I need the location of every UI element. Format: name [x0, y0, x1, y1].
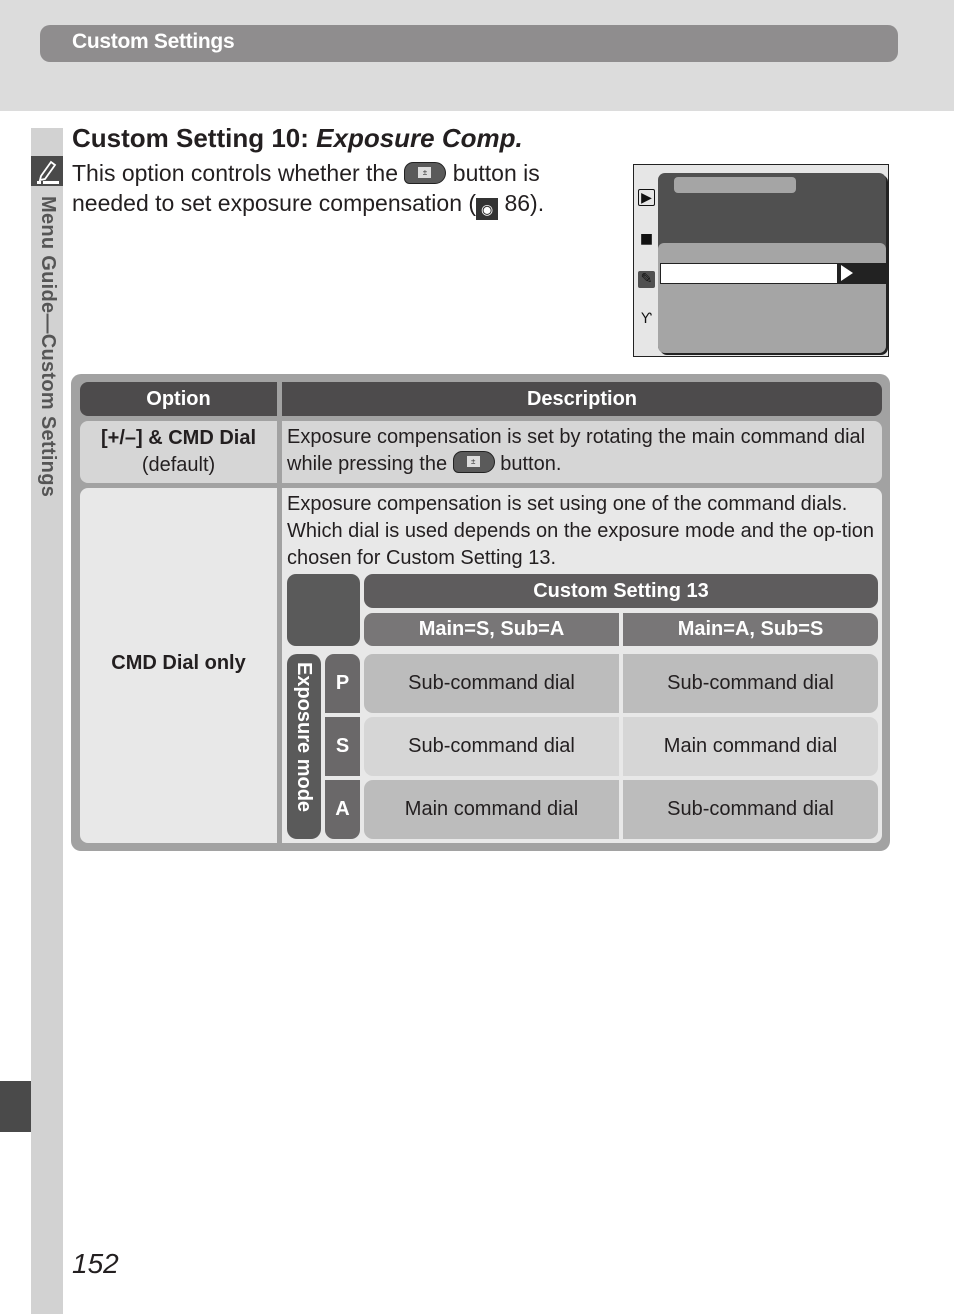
subtable-cell: Sub-command dial	[623, 654, 878, 713]
exposure-mode-label: Exposure mode	[287, 654, 321, 839]
chapter-tab	[0, 1081, 31, 1132]
pencil-icon	[31, 156, 63, 186]
subtable-cell: Main command dial	[364, 780, 619, 839]
page-reference-icon: ◉	[476, 198, 499, 220]
row2-description: Exposure compensation is set using one o…	[282, 488, 882, 843]
row1-description: Exposure compensation is set by rotating…	[282, 421, 882, 483]
camera-menu-screen: ▶ ■ ✎ Ƴ	[633, 164, 889, 357]
exposure-comp-button-icon: ±	[404, 162, 447, 184]
mode-label: P	[325, 654, 360, 713]
menu-title-bar	[674, 177, 796, 193]
page-title: Custom Setting 10: Exposure Comp.	[72, 123, 523, 153]
pencil-icon: ✎	[638, 271, 655, 288]
intro-paragraph: This option controls whether the ± butto…	[72, 158, 617, 220]
subtable-corner	[287, 574, 360, 646]
mode-label: A	[325, 780, 360, 839]
mode-label: S	[325, 717, 360, 776]
page-number: 152	[72, 1248, 119, 1279]
playback-icon: ▶	[638, 189, 655, 206]
header-option: Option	[80, 382, 277, 416]
wrench-icon: Ƴ	[641, 311, 652, 327]
selected-menu-item	[660, 263, 838, 284]
exposure-comp-button-icon: ±	[452, 451, 495, 473]
subtable-cell: Sub-command dial	[623, 780, 878, 839]
subtable-col-header: Main=S, Sub=A	[364, 613, 619, 646]
right-arrow-icon	[838, 263, 886, 284]
subtable-col-header: Main=A, Sub=S	[623, 613, 878, 646]
section-header: Custom Settings	[40, 25, 898, 62]
row2-option: CMD Dial only	[80, 488, 277, 843]
default-note: (default)	[141, 454, 216, 476]
menu-options-area	[658, 243, 886, 353]
options-table: Option Description [+/–] & CMD Dial (def…	[71, 374, 890, 851]
row1-option: [+/–] & CMD Dial (default)	[80, 421, 277, 483]
page-title-italic: Exposure Comp.	[316, 123, 523, 153]
section-title: Custom Settings	[72, 30, 235, 53]
sidebar-label: Menu Guide—Custom Settings	[37, 196, 59, 498]
subtable-title: Custom Setting 13	[364, 574, 878, 608]
camera-icon: ■	[639, 231, 654, 247]
subtable-cell: Main command dial	[623, 717, 878, 776]
subtable-cell: Sub-command dial	[364, 654, 619, 713]
header-description: Description	[282, 382, 882, 416]
subtable-cell: Sub-command dial	[364, 717, 619, 776]
